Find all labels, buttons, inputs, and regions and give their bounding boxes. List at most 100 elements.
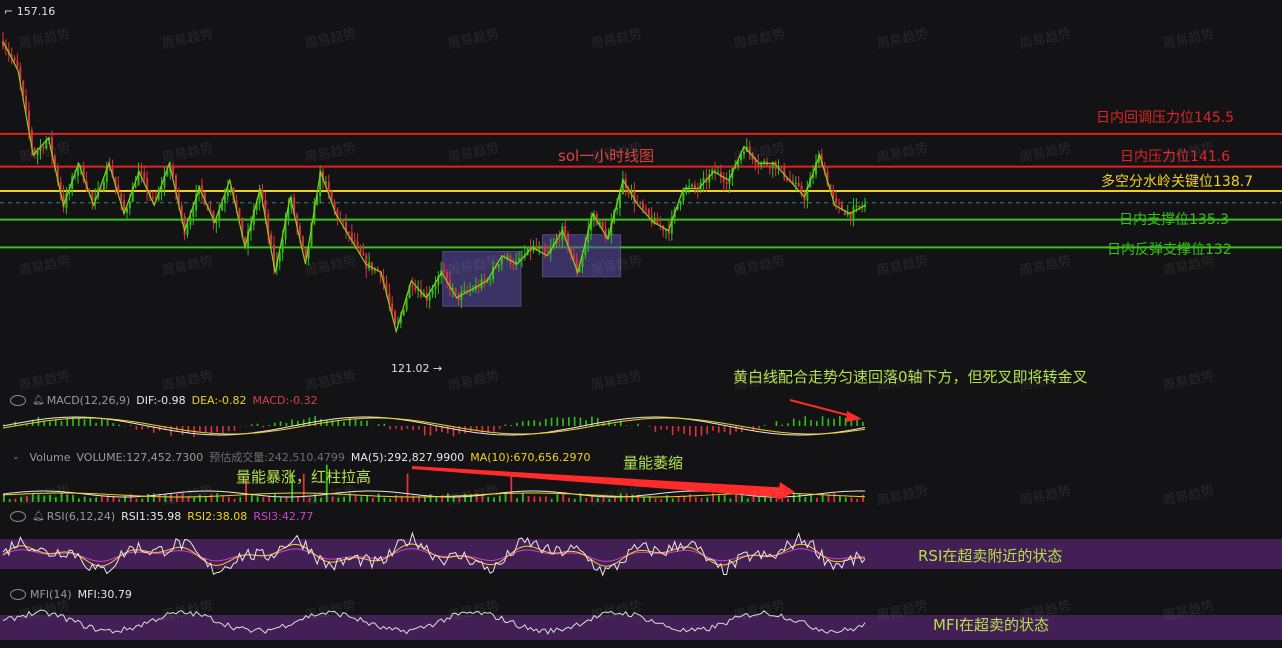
volume-bar <box>539 496 542 502</box>
macd-histogram-bar <box>406 426 409 429</box>
volume-bar <box>533 496 536 502</box>
volume-bar <box>550 498 553 502</box>
macd-histogram-bar <box>83 419 86 426</box>
volume-bar <box>850 497 853 502</box>
volume-bar <box>804 497 807 502</box>
visibility-eye-icon[interactable] <box>10 394 26 406</box>
macd-histogram-bar <box>614 423 616 426</box>
macd-histogram-bar <box>764 425 766 426</box>
macd-histogram-bar <box>521 421 524 426</box>
macd-histogram-bar <box>187 426 190 434</box>
level-label-135: 日内支撑位135.3 <box>1119 212 1230 228</box>
volume-bar <box>654 498 657 502</box>
volume-bar <box>423 496 426 502</box>
volume-bar <box>77 498 80 502</box>
candle-body <box>693 184 696 189</box>
volume-bar <box>14 498 17 502</box>
macd-histogram-bar <box>637 423 639 426</box>
candle-body <box>371 262 374 271</box>
volume-bar <box>787 498 789 502</box>
macd-histogram-bar <box>648 426 651 427</box>
volume-bar <box>262 497 265 502</box>
macd-histogram-bar <box>862 421 864 426</box>
macd-histogram-bar <box>671 426 674 436</box>
chevron-down-icon[interactable]: ⌄ <box>12 452 20 462</box>
volume-bar <box>504 493 507 502</box>
volume-bar <box>660 498 663 502</box>
candle-body <box>140 171 143 173</box>
max-price-label: ⌐ 157.16 <box>4 5 56 18</box>
macd-histogram-bar <box>810 420 812 426</box>
volume-bar <box>412 495 415 502</box>
level-label-132: 日内反弹支撑位132 <box>1107 242 1232 258</box>
macd-histogram-bar <box>527 420 530 426</box>
macd-histogram-bar <box>49 421 51 426</box>
candle-body <box>564 226 567 234</box>
visibility-eye-icon[interactable] <box>10 510 26 522</box>
macd-value: MACD:-0.32 <box>252 393 318 407</box>
candle-body <box>835 197 838 203</box>
macd-histogram-bar <box>775 421 778 426</box>
volume-bar <box>717 495 720 502</box>
rsi-oversold-band <box>0 539 1282 569</box>
macd-histogram-bar <box>550 417 553 426</box>
candle-body <box>463 289 466 293</box>
candle-body <box>353 240 356 242</box>
candle-body <box>783 166 786 178</box>
macd-histogram-bar <box>579 417 582 426</box>
bell-icon[interactable]: 🔔︎ <box>32 395 45 406</box>
macd-histogram-bar <box>418 426 420 430</box>
macd-histogram-bar <box>660 426 662 430</box>
candle-body <box>192 210 195 217</box>
volume-bar <box>406 473 409 502</box>
macd-histogram-bar <box>239 426 242 427</box>
bell-icon[interactable]: 🔔︎ <box>32 511 45 522</box>
macd-histogram-bar <box>429 426 432 436</box>
macd-histogram-bar <box>568 417 570 426</box>
volume-bar <box>239 496 242 502</box>
min-price-value: 121.02 <box>391 362 430 375</box>
macd-header: 🔔︎ MACD(12,26,9) DIF:-0.98 DEA:-0.82 MAC… <box>0 392 318 408</box>
macd-histogram-bar <box>279 421 282 426</box>
volume-bar <box>268 496 271 502</box>
candle-body <box>855 205 858 208</box>
candle-body <box>858 205 861 208</box>
volume-bar <box>510 475 513 502</box>
volume-bar <box>360 496 363 502</box>
visibility-eye-icon[interactable] <box>10 588 26 600</box>
rsi3-value: RSI3:42.77 <box>253 509 314 523</box>
volume-bar <box>377 493 380 502</box>
macd-histogram-bar <box>694 426 697 437</box>
candle-body <box>538 248 541 250</box>
candle-body <box>327 181 330 192</box>
macd-histogram-bar <box>383 423 386 426</box>
macd-histogram-bar <box>118 424 120 426</box>
candle-body <box>541 248 544 250</box>
rsi2-value: RSI2:38.08 <box>187 509 248 523</box>
macd-histogram-bar <box>302 419 305 426</box>
volume-estimate: 预估成交量:242,510.4799 <box>209 451 345 464</box>
macd-histogram-bar <box>446 426 449 434</box>
volume-bar <box>671 498 674 502</box>
volume-bar <box>568 497 570 502</box>
volume-bar <box>516 498 518 502</box>
volume-bar <box>666 495 668 502</box>
candle-body <box>471 289 474 291</box>
candle-body <box>391 303 394 312</box>
volume-bar <box>83 496 86 502</box>
candle-body <box>100 188 103 191</box>
candle-body <box>644 208 647 210</box>
macd-histogram-bar <box>781 424 783 426</box>
volume-bar <box>677 496 680 502</box>
macd-histogram-bar <box>792 418 795 426</box>
max-price-value: 157.16 <box>16 5 56 18</box>
macd-histogram-bar <box>268 425 270 426</box>
volume-bar <box>222 496 224 502</box>
volume-bar <box>798 493 801 502</box>
candle-body <box>362 252 365 256</box>
macd-histogram-bar <box>683 426 685 434</box>
macd-histogram-bar <box>400 426 403 431</box>
chart-stage: sol一小时线图 ⌐ 157.16 121.02 → 日内回调压力位145.5 … <box>0 0 1282 648</box>
volume-value: VOLUME:127,452.7300 <box>76 450 204 464</box>
candle-body <box>483 279 486 282</box>
